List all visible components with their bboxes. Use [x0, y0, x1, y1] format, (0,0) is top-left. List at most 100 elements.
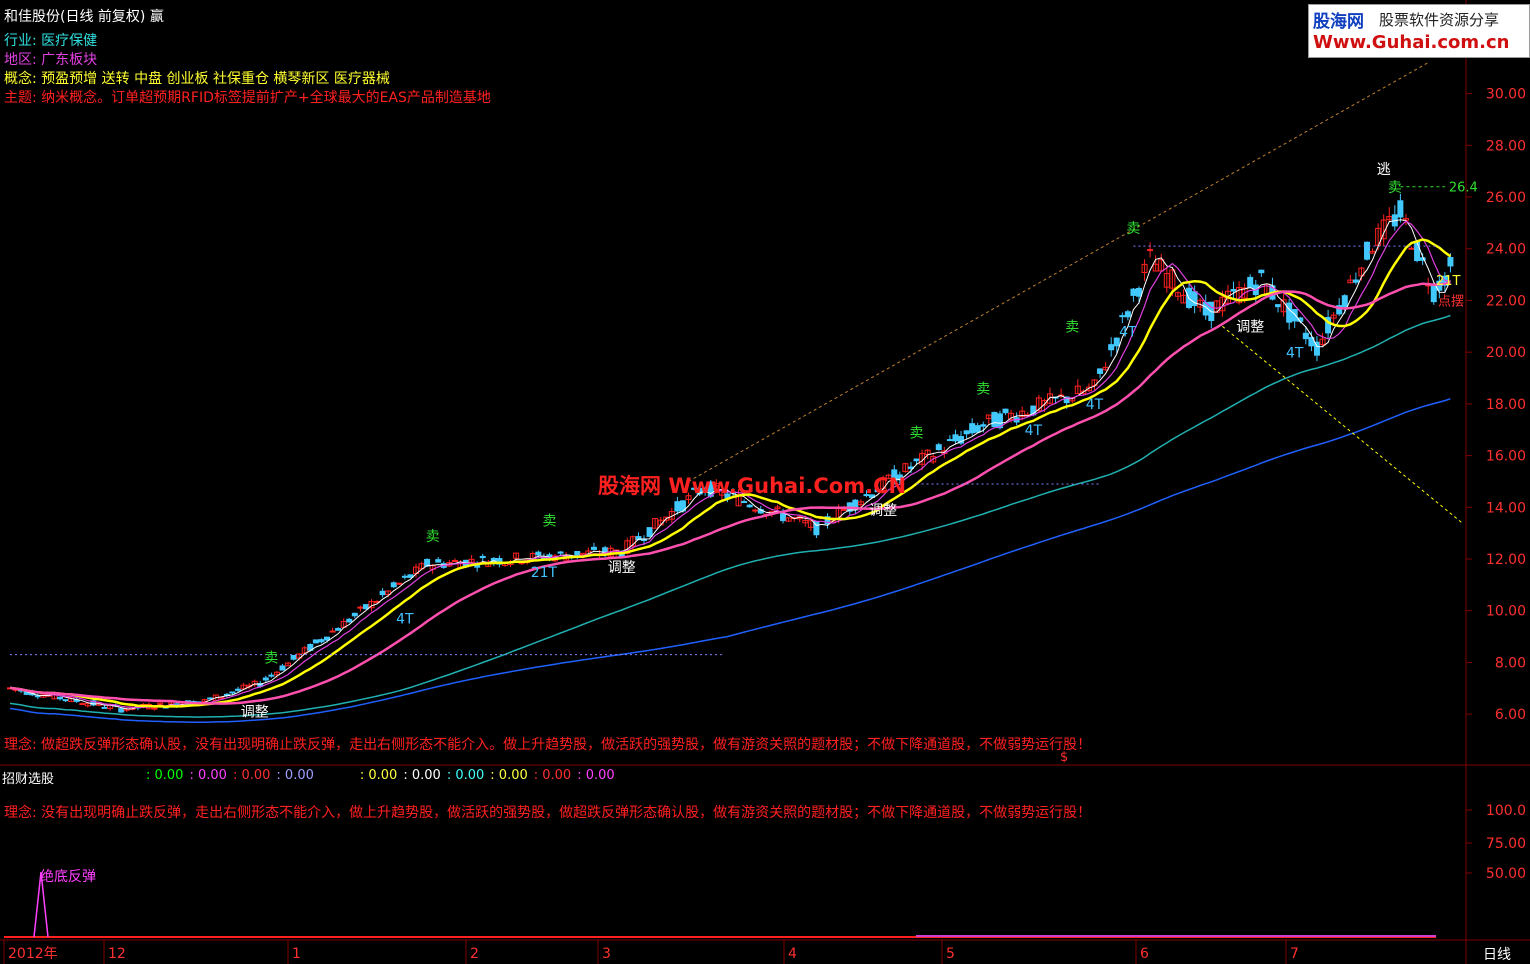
annotation-label: 卖 [1388, 180, 1402, 196]
annotation-label: 卖 [542, 513, 556, 529]
annotation-label: 卖 [976, 382, 990, 398]
y-tick-label: 28.00 [1486, 138, 1526, 154]
site-logo[interactable]: 股海网 股票软件资源分享 Www.Guhai.com.cn [1308, 4, 1530, 58]
region-value[interactable]: 广东板块 [41, 52, 97, 68]
candle-body [1230, 288, 1237, 292]
candle-body [1408, 247, 1415, 250]
y-tick-label: 20.00 [1486, 345, 1526, 361]
candle-body [1275, 304, 1282, 308]
annotation-label: 卖 [426, 529, 440, 545]
indicator-values: : 0.00 : 0.00 : 0.00 : 0.00 : 0.00 : 0.00 : 0.… [146, 768, 621, 783]
y-tick-label: 18.00 [1486, 397, 1526, 413]
candle-body [1352, 279, 1359, 283]
candle-body [1302, 332, 1309, 340]
max-price-label: 26.4 [1449, 181, 1478, 196]
candle-body [935, 444, 942, 451]
candle-body [535, 551, 542, 556]
indicator-value: : 0.00 [359, 768, 398, 783]
indicator-value: : 0.00 [490, 768, 528, 783]
x-tick-label: 1 [292, 946, 301, 962]
theme-value: 纳米概念。订单超预期RFID标签提前扩产+全球最大的EAS产品制造基地 [41, 90, 491, 106]
dollar-mark: $ [1060, 750, 1069, 765]
watermark: 股海网 Www.Guhai.Com.CN [598, 474, 907, 498]
y-tick-label: 14.00 [1486, 500, 1526, 516]
logo-url: Www.Guhai.com.cn [1313, 32, 1510, 53]
industry-value[interactable]: 医疗保健 [41, 33, 97, 49]
candle-body [207, 697, 214, 700]
x-tick-label: 12 [108, 946, 126, 962]
trend-line-down [1222, 325, 1463, 524]
ma-blue-line [9, 398, 1451, 723]
logo-tagline: 股票软件资源分享 [1379, 11, 1500, 29]
industry-label: 行业: [4, 33, 37, 49]
indicator-value: : 0.00 [232, 768, 271, 783]
indicator-name[interactable]: 招财选股 [2, 768, 54, 787]
candle-body [451, 559, 458, 562]
y-tick-label: 10.00 [1486, 604, 1526, 620]
philosophy-indicator: 理念: 没有出现明确止跌反弹，走出右侧形态不能介入，做上升趋势股，做活跃的强势股… [4, 805, 1092, 821]
indicator-value: : 0.00 [276, 768, 314, 783]
candle-body [969, 423, 976, 434]
candle-body [262, 677, 269, 681]
annotation-label: 卖 [910, 425, 924, 441]
y-tick-label: 24.00 [1486, 242, 1526, 258]
candle-body [741, 501, 748, 504]
logo-brand: 股海网 [1313, 12, 1364, 32]
candle-body [396, 582, 403, 585]
x-tick-label: 5 [946, 946, 955, 962]
candle-body [324, 636, 331, 641]
candle-body [557, 551, 564, 554]
candle-body [335, 628, 342, 631]
indicator-value: : 0.00 [577, 768, 615, 783]
indicator-value: : 0.00 [146, 768, 184, 783]
candle-body [290, 654, 297, 660]
annotation-label: 4T [1286, 345, 1304, 361]
ind-tick-label: 50.00 [1486, 866, 1526, 882]
concept-row: 概念: 预盈预增 送转 中盘 创业板 社保重仓 横琴新区 医疗器械 [4, 68, 390, 88]
candle-body [79, 703, 86, 706]
candle-body [991, 411, 998, 428]
candle-body [379, 590, 386, 596]
concept-value[interactable]: 预盈预增 送转 中盘 创业板 社保重仓 横琴新区 医疗器械 [41, 71, 390, 87]
candle-body [590, 546, 597, 550]
candle-body [151, 707, 158, 710]
candle-body [312, 639, 319, 644]
y-tick-label: 30.00 [1486, 87, 1526, 103]
candle-body [1414, 241, 1421, 261]
candle-body [746, 504, 753, 508]
candle-body [1002, 408, 1009, 414]
candle-body [674, 501, 681, 512]
y-tick-label: 8.00 [1495, 655, 1526, 671]
x-tick-label: 6 [1140, 946, 1149, 962]
stock-title: 和佳股份(日线 前复权) 赢 [4, 9, 164, 25]
candle-body [351, 612, 358, 617]
trend-line-up [688, 62, 1429, 482]
annotation-label: 调整 [1236, 319, 1264, 335]
candle-body [1247, 276, 1254, 288]
candle-body [963, 430, 970, 435]
candle-body [1135, 287, 1142, 297]
industry-row: 行业: 医疗保健 [4, 30, 97, 50]
candle-body [1130, 288, 1137, 296]
annotation-label: 调整 [241, 705, 269, 721]
candle-body [435, 559, 442, 563]
candle-body [1397, 200, 1404, 218]
indicator-value: : 0.00 [533, 768, 572, 783]
candle-body [974, 425, 981, 433]
candle-body [329, 630, 336, 633]
x-tick-label: 7 [1290, 946, 1299, 962]
period-label[interactable]: 日线 [1483, 944, 1511, 964]
ma-magenta-line [9, 220, 1451, 709]
annotation-label: 卖 [1065, 319, 1079, 335]
candle-body [913, 458, 920, 462]
annotation-label: 卖 [264, 650, 278, 666]
annotation-label: 4T [396, 612, 414, 628]
candle-body [1124, 311, 1131, 318]
annotation-label: 4T [1025, 423, 1043, 439]
y-tick-label: 12.00 [1486, 552, 1526, 568]
candle-body [318, 639, 325, 643]
candle-body [34, 695, 41, 698]
philosophy-main: 理念: 做超跌反弹形态确认股，没有出现明确止跌反弹，走出右侧形态不能介入。做上升… [4, 737, 1092, 753]
theme-row: 主题: 纳米概念。订单超预期RFID标签提前扩产+全球最大的EAS产品制造基地 [4, 87, 491, 107]
candle-body [1313, 341, 1320, 356]
